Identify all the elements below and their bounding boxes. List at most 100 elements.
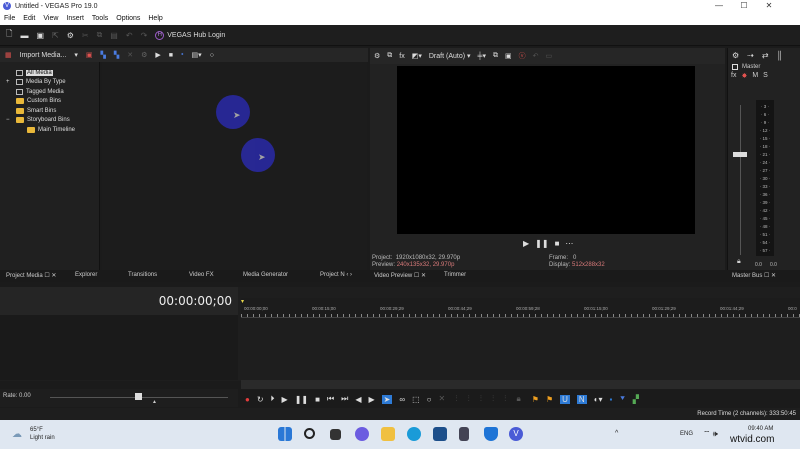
fx-button[interactable]: fx	[731, 72, 736, 80]
edge-icon[interactable]	[407, 427, 421, 441]
volume-slider-thumb[interactable]	[733, 152, 747, 157]
tab-trimmer[interactable]: Trimmer	[444, 272, 466, 278]
tab-video-preview[interactable]: Video Preview ☐ ✕	[374, 272, 426, 279]
search-icon[interactable]: ○	[210, 52, 214, 59]
undo-icon[interactable]: ↶	[126, 31, 133, 40]
pause-icon[interactable]: ❚❚	[295, 395, 308, 404]
search-icon[interactable]	[304, 428, 315, 439]
save-snapshot-icon[interactable]: ▣	[505, 52, 512, 60]
collapse-icon[interactable]: −	[6, 117, 16, 123]
task-view-icon[interactable]	[330, 429, 341, 440]
clock[interactable]: 09:40 AM	[748, 426, 773, 432]
ignore-grouping-icon[interactable]: ⯆	[619, 394, 625, 404]
split-screen-icon[interactable]: ◩▾	[412, 52, 422, 60]
tree-item-main-timeline[interactable]: Main Timeline	[6, 125, 99, 135]
delete-icon[interactable]: ✕	[127, 51, 133, 59]
redo-icon[interactable]: ↷	[141, 31, 148, 40]
stop-icon[interactable]: ■	[169, 52, 173, 59]
menu-help[interactable]: Help	[148, 15, 162, 22]
auto-crossfade-icon[interactable]: N	[576, 394, 587, 404]
vegas-taskbar-icon[interactable]: V	[509, 427, 523, 441]
chat-icon[interactable]	[355, 427, 369, 441]
envelope-tool-icon[interactable]: ∞	[399, 395, 405, 404]
mute-button[interactable]: M	[752, 72, 758, 80]
pause-icon[interactable]: ❚❚	[535, 239, 548, 248]
menu-options[interactable]: Options	[116, 15, 140, 22]
tab-project-media[interactable]: Project Media ☐ ✕	[6, 272, 56, 279]
region-icon[interactable]: ⚑	[546, 395, 553, 404]
tab-master-bus[interactable]: Master Bus ☐ ✕	[732, 272, 776, 279]
play-icon[interactable]: ▶	[282, 395, 288, 404]
wifi-volume-icons[interactable]: ⌔ 🕪︎	[703, 429, 718, 439]
auto-preview-icon[interactable]: ⬩	[181, 51, 184, 59]
marker-icon[interactable]: ⚑	[532, 395, 539, 404]
screen-icon[interactable]: ▭	[546, 52, 553, 60]
start-icon[interactable]	[278, 427, 292, 441]
vegas-hub-login-button[interactable]: H VEGAS Hub Login	[155, 30, 225, 40]
horizontal-scrollbar[interactable]	[241, 380, 800, 389]
import-media-button[interactable]: Import Media...	[20, 52, 67, 59]
record-icon[interactable]: ●	[245, 395, 250, 404]
lock-icon[interactable]: 🔒︎	[737, 258, 741, 266]
menu-insert[interactable]: Insert	[66, 15, 84, 22]
play-from-start-icon[interactable]: ⏵	[271, 394, 275, 404]
close-button[interactable]: ✕	[758, 0, 780, 12]
tree-item-custom-bins[interactable]: Custom Bins	[6, 97, 99, 107]
play-icon[interactable]: ▶	[155, 51, 160, 59]
media-list-area[interactable]: ➤ ➤	[102, 62, 367, 270]
render-icon[interactable]: ⇱	[52, 31, 59, 40]
automation-icon[interactable]: ✸	[741, 72, 747, 80]
expand-icon[interactable]: +	[6, 79, 16, 85]
defender-icon[interactable]	[484, 427, 498, 441]
file-explorer-icon[interactable]	[381, 427, 395, 441]
ripple-icon[interactable]: ◐▾	[594, 395, 603, 404]
store-icon[interactable]	[433, 427, 447, 441]
tree-item-storyboard-bins[interactable]: − Storyboard Bins	[6, 116, 99, 126]
minimize-button[interactable]: —	[708, 0, 730, 12]
menu-file[interactable]: File	[4, 15, 15, 22]
stop-icon[interactable]: ■	[315, 395, 320, 404]
overlays-icon[interactable]: ╪▾	[478, 52, 486, 60]
go-to-start-icon[interactable]: ⏮	[327, 394, 334, 404]
timeline-ruler[interactable]: ▾ 00:00:00;00 00:00:15;00 00:00:29;29 00:00…	[241, 298, 800, 318]
save-icon[interactable]: ▣	[36, 31, 44, 40]
gear-icon[interactable]: ⚙	[67, 31, 74, 40]
tree-item-all-media[interactable]: All Media	[6, 68, 99, 78]
fx-icon[interactable]: fx	[399, 53, 404, 60]
tray-chevron-icon[interactable]: ^	[615, 430, 618, 437]
undo-icon[interactable]: ↶	[533, 52, 539, 60]
language-indicator[interactable]: ENG	[680, 431, 693, 437]
preview-quality-dropdown[interactable]: Draft (Auto) ▾	[429, 52, 471, 60]
tree-item-tagged-media[interactable]: Tagged Media	[6, 87, 99, 97]
menu-tools[interactable]: Tools	[92, 15, 108, 22]
mono-icon[interactable]: ⇄	[762, 51, 769, 60]
menu-edit[interactable]: Edit	[23, 15, 35, 22]
copy-icon[interactable]: ⧉	[97, 30, 103, 40]
tab-transitions[interactable]: Transitions	[128, 272, 157, 278]
solo-button[interactable]: S	[763, 72, 768, 80]
maximize-button[interactable]: ☐	[733, 0, 755, 12]
plugin-icon[interactable]: ▞	[633, 395, 639, 404]
prev-frame-icon[interactable]: ◀	[355, 395, 361, 404]
tab-media-generator[interactable]: Media Generator	[243, 272, 288, 278]
normal-edit-tool-icon[interactable]: ➤	[381, 394, 393, 404]
vegas-record-icon[interactable]: ⓥ	[519, 51, 526, 61]
chevron-down-icon[interactable]: ▾	[74, 51, 78, 59]
more-icon[interactable]: ⋯	[565, 239, 573, 248]
tab-video-fx[interactable]: Video FX	[189, 272, 214, 278]
new-icon[interactable]: 🗋	[6, 28, 12, 42]
bin-search-icon[interactable]: ▚	[114, 51, 119, 59]
lock-envelopes-icon[interactable]: ▪	[610, 395, 613, 404]
gear-icon[interactable]: ⚙	[374, 52, 380, 60]
tab-project-notes[interactable]: Project N ‹ ›	[320, 272, 352, 278]
external-monitor-icon[interactable]: ⧉	[387, 52, 392, 60]
media-grid-icon[interactable]: ▦	[5, 51, 12, 59]
go-to-end-icon[interactable]: ⏭	[341, 394, 348, 404]
track-header-area[interactable]	[0, 315, 238, 380]
play-icon[interactable]: ▶	[523, 239, 529, 248]
bin-icon[interactable]: ▚	[100, 51, 105, 59]
tree-item-smart-bins[interactable]: Smart Bins	[6, 106, 99, 116]
stop-icon[interactable]: ■	[555, 239, 560, 248]
capture-icon[interactable]: ▣	[86, 51, 93, 59]
meter-icon[interactable]: ║	[777, 51, 783, 60]
